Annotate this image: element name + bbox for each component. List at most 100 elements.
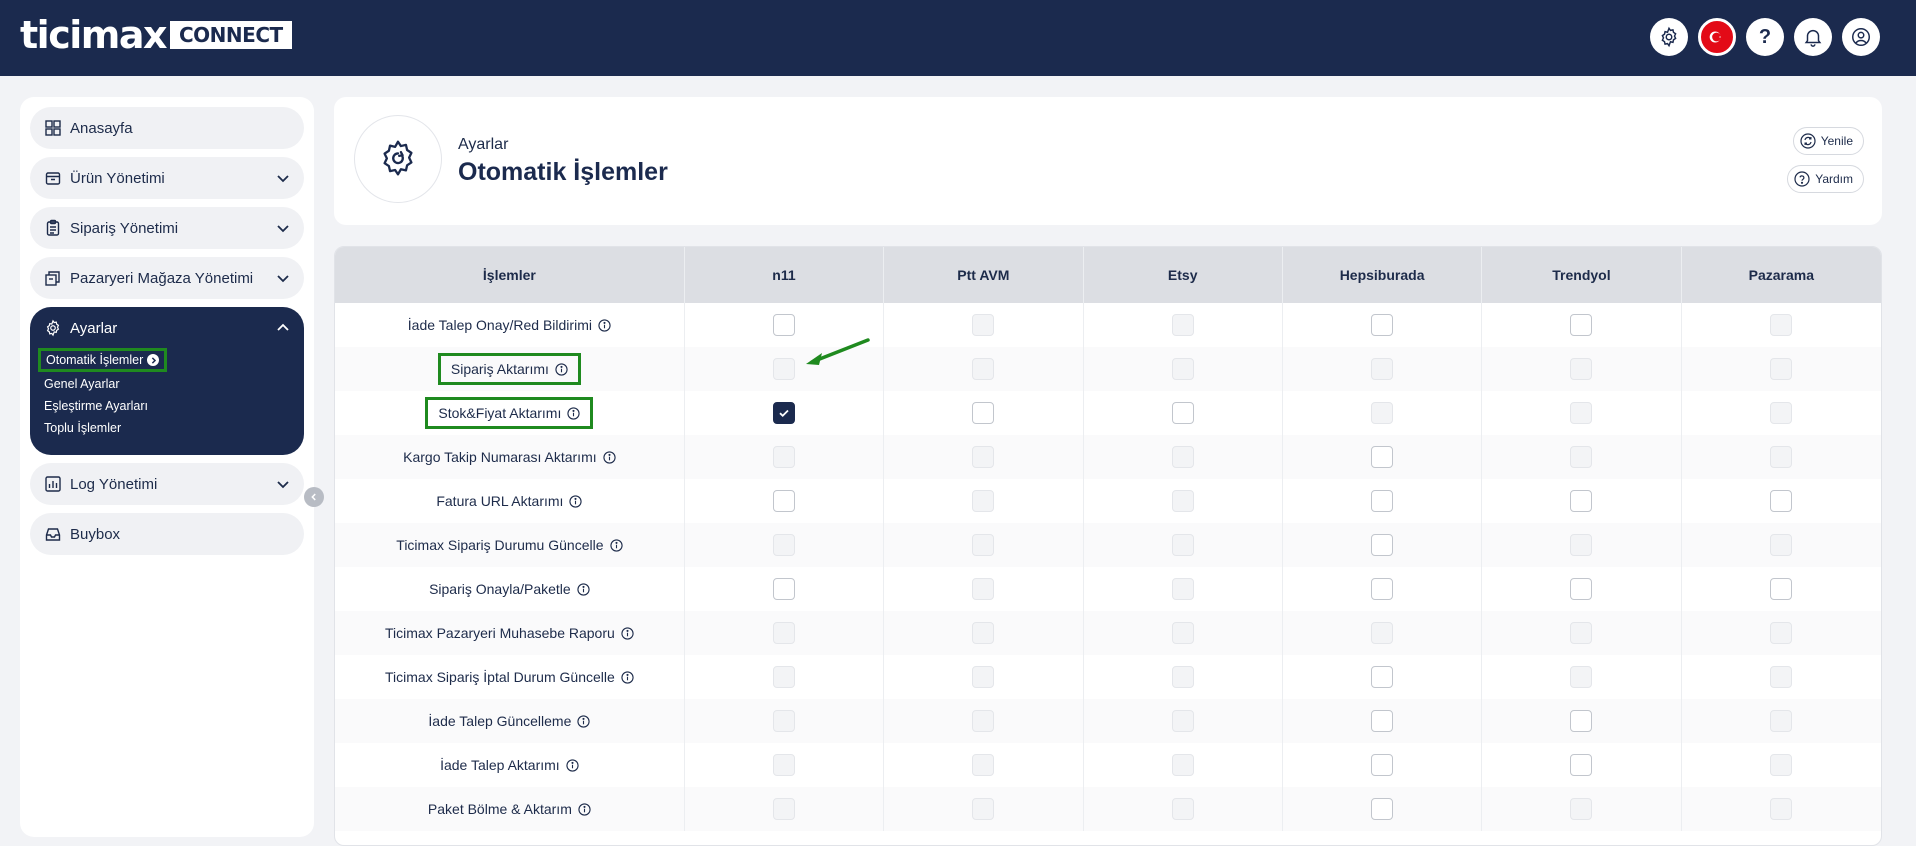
checkbox-etsy <box>1171 754 1194 776</box>
checkbox-hepsiburada[interactable] <box>1371 754 1394 776</box>
checkbox-ptt-avm[interactable] <box>972 402 995 424</box>
breadcrumb[interactable]: Ayarlar <box>458 136 508 154</box>
check-icon <box>777 406 791 420</box>
operation-label-wrap: İade Talep Aktarımı <box>440 757 579 773</box>
sidebar-subitem-otomatik-islemler[interactable]: Otomatik İşlemler <box>38 347 292 373</box>
checkbox-trendyol <box>1570 358 1593 380</box>
operation-label-wrap: Paket Bölme & Aktarım <box>428 801 591 817</box>
column-header-ptt-avm: Ptt AVM <box>884 247 1084 303</box>
info-icon[interactable] <box>598 318 611 332</box>
operation-cell: İade Talep Onay/Red Bildirimi <box>335 303 685 347</box>
sidebar-item-pazaryeri-magaza-yonetimi[interactable]: Pazaryeri Mağaza Yönetimi <box>30 257 304 299</box>
checkbox-trendyol[interactable] <box>1570 578 1593 600</box>
table-row: Sipariş Onayla/Paketle <box>335 567 1881 611</box>
info-icon[interactable] <box>621 626 634 640</box>
sidebar-item-urun-yonetimi[interactable]: Ürün Yönetimi <box>30 157 304 199</box>
sidebar-item-buybox[interactable]: Buybox <box>30 513 304 555</box>
help-button[interactable]: Yardım <box>1787 165 1864 193</box>
operation-label: İade Talep Onay/Red Bildirimi <box>407 317 592 333</box>
checkbox-trendyol[interactable] <box>1570 754 1593 776</box>
operation-label-wrap: İade Talep Onay/Red Bildirimi <box>408 317 611 333</box>
info-icon[interactable] <box>578 802 591 816</box>
top-icons: ? <box>1650 18 1880 56</box>
operation-cell: Sipariş Onayla/Paketle <box>335 567 685 611</box>
checkbox-n11 <box>772 446 795 468</box>
checkbox-pazarama <box>1770 798 1793 820</box>
checkbox-trendyol[interactable] <box>1570 314 1593 336</box>
marketplace-cell-trendyol <box>1482 479 1682 523</box>
checkbox-hepsiburada[interactable] <box>1371 490 1394 512</box>
checkbox-pazarama[interactable] <box>1770 490 1793 512</box>
checkbox-n11[interactable] <box>772 402 795 424</box>
sidebar-collapse-handle[interactable] <box>304 487 324 507</box>
help-icon[interactable]: ? <box>1746 18 1784 56</box>
chevron-up-icon <box>277 323 289 331</box>
table-row: İade Talep Aktarımı <box>335 743 1881 787</box>
checkbox-hepsiburada[interactable] <box>1371 314 1394 336</box>
table-row: Fatura URL Aktarımı <box>335 479 1881 523</box>
marketplace-cell-trendyol <box>1482 347 1682 391</box>
checkbox-pazarama[interactable] <box>1770 578 1793 600</box>
checkbox-hepsiburada[interactable] <box>1371 578 1394 600</box>
chevron-down-icon <box>277 275 289 283</box>
sidebar-subitem-genel-ayarlar[interactable]: Genel Ayarlar <box>44 373 292 395</box>
chevron-down-icon <box>277 175 289 183</box>
checkbox-n11 <box>772 666 795 688</box>
sidebar-item-siparis-yonetimi[interactable]: Sipariş Yönetimi <box>30 207 304 249</box>
sidebar-subitem-toplu-islemler[interactable]: Toplu İşlemler <box>44 417 292 439</box>
info-icon[interactable] <box>577 582 590 596</box>
operation-label-wrap: İade Talep Güncelleme <box>428 713 590 729</box>
marketplace-cell-etsy <box>1084 699 1283 743</box>
column-header-hepsiburada: Hepsiburada <box>1283 247 1483 303</box>
checkbox-pazarama <box>1770 622 1793 644</box>
info-icon[interactable] <box>621 670 634 684</box>
bell-icon[interactable] <box>1794 18 1832 56</box>
user-icon[interactable] <box>1842 18 1880 56</box>
checkbox-trendyol[interactable] <box>1570 710 1593 732</box>
marketplace-cell-etsy <box>1084 391 1283 435</box>
sidebar-item-anasayfa[interactable]: Anasayfa <box>30 107 304 149</box>
marketplace-cell-ptt-avm <box>884 611 1084 655</box>
info-icon[interactable] <box>602 450 616 464</box>
checkbox-hepsiburada[interactable] <box>1371 666 1394 688</box>
sidebar-subitem-eslestirme-ayarlari[interactable]: Eşleştirme Ayarları <box>44 395 292 417</box>
info-icon[interactable] <box>569 494 583 508</box>
refresh-button[interactable]: Yenile <box>1792 127 1864 155</box>
info-icon[interactable] <box>555 362 568 376</box>
sidebar-item-ayarlar[interactable]: Ayarlar <box>44 319 292 337</box>
box-icon <box>44 169 62 187</box>
sidebar-item-label: Anasayfa <box>70 119 133 137</box>
checkbox-n11[interactable] <box>772 578 795 600</box>
turkey-flag-icon[interactable] <box>1698 18 1736 56</box>
info-icon[interactable] <box>567 406 580 420</box>
checkbox-trendyol[interactable] <box>1570 490 1593 512</box>
marketplace-cell-hepsiburada <box>1283 303 1483 347</box>
settings-icon[interactable] <box>1650 18 1688 56</box>
marketplace-cell-trendyol <box>1482 523 1682 567</box>
ticimax-connect-logo[interactable]: ticimax CONNECT <box>20 16 292 54</box>
operation-cell: Paket Bölme & Aktarım <box>335 787 685 831</box>
marketplace-cell-pazarama <box>1682 743 1881 787</box>
checkbox-hepsiburada[interactable] <box>1371 798 1394 820</box>
checkbox-etsy <box>1171 798 1194 820</box>
info-icon[interactable] <box>577 714 590 728</box>
checkbox-n11[interactable] <box>772 314 795 336</box>
sidebar-item-label: Ayarlar <box>70 319 118 337</box>
table-header: İşlemler n11 Ptt AVM Etsy Hepsiburada Tr… <box>335 247 1881 303</box>
info-icon[interactable] <box>566 758 579 772</box>
marketplace-cell-trendyol <box>1482 435 1682 479</box>
marketplace-cell-n11 <box>685 787 885 831</box>
sidebar-item-log-yonetimi[interactable]: Log Yönetimi <box>30 463 304 505</box>
operation-label: Stok&Fiyat Aktarımı <box>438 405 562 421</box>
marketplace-cell-etsy <box>1084 303 1283 347</box>
info-icon[interactable] <box>609 538 623 552</box>
checkbox-etsy <box>1171 358 1194 380</box>
checkbox-n11[interactable] <box>772 490 795 512</box>
checkbox-etsy[interactable] <box>1171 402 1194 424</box>
checkbox-hepsiburada[interactable] <box>1371 446 1394 468</box>
checkbox-hepsiburada[interactable] <box>1371 710 1394 732</box>
highlighted-operation: Stok&Fiyat Aktarımı <box>425 397 594 429</box>
checkbox-hepsiburada[interactable] <box>1371 534 1394 556</box>
marketplace-cell-trendyol <box>1482 743 1682 787</box>
sidebar-item-label: Pazaryeri Mağaza Yönetimi <box>70 269 254 287</box>
